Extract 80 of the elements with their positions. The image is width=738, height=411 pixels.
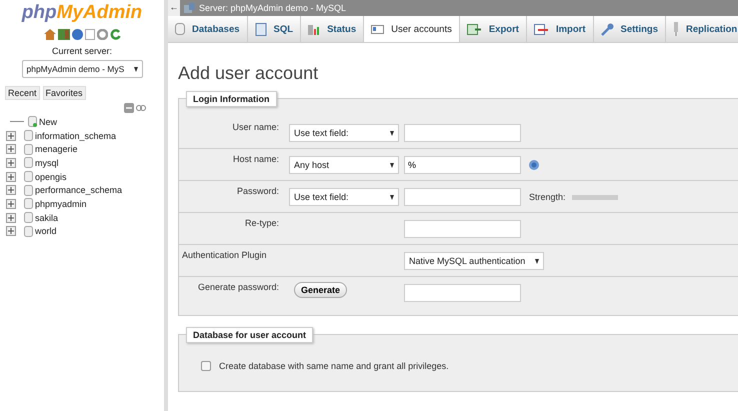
caret-icon (535, 258, 539, 264)
expand-icon[interactable] (6, 130, 16, 141)
expand-icon[interactable] (6, 185, 16, 196)
chart-icon (308, 23, 320, 35)
database-name[interactable]: phpmyadmin (35, 198, 87, 209)
expand-icon[interactable] (6, 158, 16, 168)
field-label: Authentication Plugin (181, 249, 268, 262)
tab[interactable]: Databases (168, 16, 248, 42)
database-icon (24, 184, 33, 196)
database-name[interactable]: menagerie (35, 144, 78, 154)
database-name[interactable]: world (35, 226, 57, 236)
select-field[interactable]: Any host (289, 156, 399, 174)
tab[interactable]: Import (526, 16, 594, 42)
database-name[interactable]: sakila (35, 212, 58, 223)
caret-icon (390, 194, 394, 200)
tab[interactable]: Replication (666, 16, 738, 42)
sidebar-tab[interactable]: Recent (5, 86, 40, 100)
database-name[interactable]: mysql (35, 158, 59, 168)
database-name[interactable]: information_schema (35, 130, 116, 141)
page-title: Add user account (178, 63, 320, 84)
sidebar-tab[interactable]: Favorites (42, 86, 86, 100)
expand-icon[interactable] (6, 226, 16, 236)
option-label: Create database with same name and grant all privileges. (219, 361, 449, 371)
tab[interactable]: User accounts (364, 16, 460, 42)
input-field[interactable] (404, 124, 521, 142)
database-name[interactable]: New (39, 116, 58, 127)
wrench-icon (600, 22, 614, 36)
select-field[interactable]: Native MySQL authentication (404, 252, 544, 270)
database-name[interactable]: performance_schema (35, 185, 122, 196)
expand-icon[interactable] (6, 172, 16, 182)
database-icon (24, 198, 33, 210)
tab[interactable]: Export (460, 16, 527, 42)
database-icon (24, 171, 33, 182)
home-icon[interactable] (44, 29, 56, 40)
strength-label: Strength: (529, 192, 566, 202)
breadcrumb-title[interactable]: Server: phpMyAdmin demo - MySQL (199, 3, 346, 13)
database-icon (24, 130, 33, 142)
database-icon (24, 157, 33, 168)
generate-button[interactable]: Generate (294, 282, 348, 298)
select-field[interactable]: Use text field: (289, 124, 399, 142)
select-field[interactable]: Use text field: (289, 188, 399, 206)
field-label: Password: (236, 185, 279, 198)
field-label: Generate password: (196, 281, 279, 294)
field-label: Host name: (232, 153, 279, 166)
fieldset-legend: Login Information (186, 91, 276, 107)
export-icon (466, 24, 482, 34)
database-icon (24, 226, 33, 237)
input-field[interactable] (404, 284, 521, 302)
collapse-icon[interactable] (124, 103, 134, 113)
field-label: Re-type: (244, 217, 279, 230)
database-icon (28, 116, 37, 128)
current-server-label: Current server: (52, 46, 112, 56)
id-card-icon (371, 24, 384, 34)
input-field[interactable] (404, 188, 521, 206)
caret-icon (134, 66, 138, 72)
expand-icon[interactable] (6, 144, 16, 154)
checkbox[interactable] (201, 361, 211, 371)
back-button[interactable]: ← (168, 0, 180, 16)
field-label: User name: (231, 121, 279, 134)
tab[interactable]: SQL (248, 16, 302, 42)
plug-icon (672, 22, 679, 36)
scroll-icon (254, 22, 267, 36)
database-icon (175, 23, 185, 35)
input-field[interactable]: % (404, 156, 521, 174)
tab[interactable]: Settings (594, 16, 666, 42)
import-icon (534, 24, 549, 34)
link-icon[interactable] (136, 105, 146, 111)
phpmyadmin-logo[interactable]: phpMyAdmin (22, 2, 142, 24)
server-select[interactable]: phpMyAdmin demo - MyS (22, 60, 142, 78)
document-icon[interactable] (84, 29, 94, 40)
input-field[interactable] (404, 220, 521, 238)
expand-icon[interactable] (6, 212, 16, 223)
database-icon (24, 212, 33, 224)
database-icon (24, 144, 33, 155)
server-icon (184, 3, 195, 13)
database-name[interactable]: opengis (35, 172, 67, 182)
fieldset-legend: Database for user account (186, 327, 314, 343)
caret-icon (390, 162, 394, 168)
caret-icon (390, 130, 394, 136)
expand-icon[interactable] (6, 198, 16, 209)
